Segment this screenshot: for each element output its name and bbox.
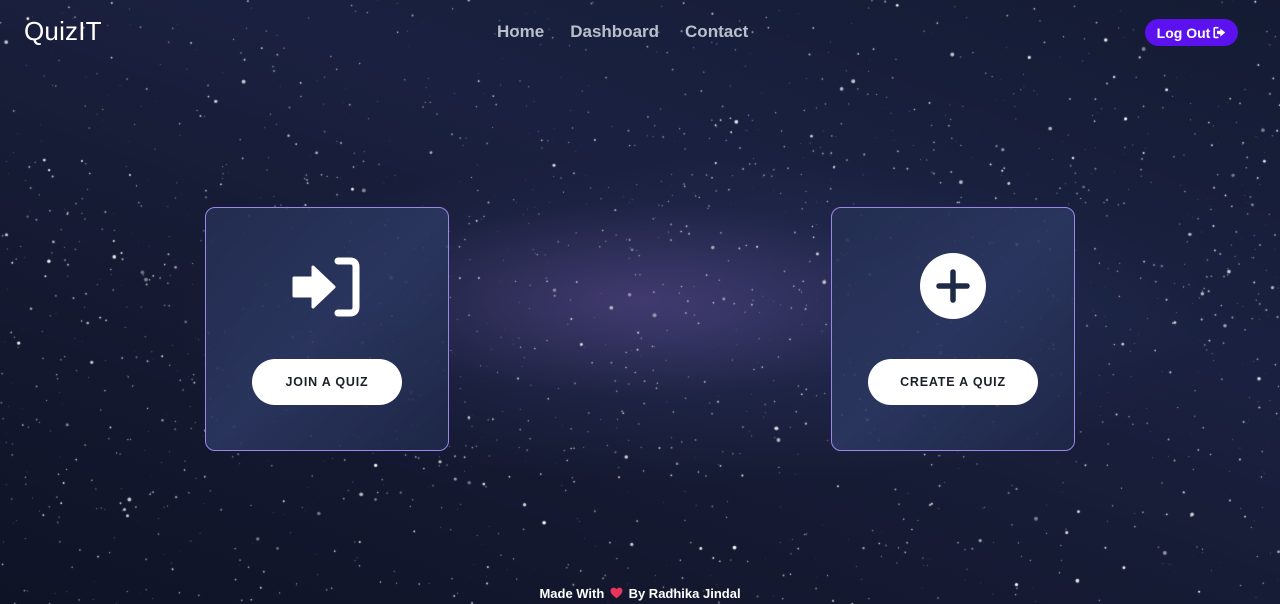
heart-icon [610, 587, 623, 599]
nav-link-dashboard[interactable]: Dashboard [570, 22, 659, 42]
brand-logo[interactable]: QuizIT [24, 16, 102, 47]
create-quiz-card: CREATE A QUIZ [831, 207, 1075, 451]
footer: Made With By Radhika Jindal [0, 586, 1280, 601]
sign-out-icon [1213, 26, 1226, 39]
sign-in-icon [292, 256, 362, 318]
footer-suffix: By Radhika Jindal [628, 586, 741, 601]
starry-background [0, 0, 1280, 604]
nav-links: Home Dashboard Contact [497, 22, 748, 42]
navbar: QuizIT Home Dashboard Contact Log Out [0, 0, 1280, 64]
join-quiz-card: JOIN A QUIZ [205, 207, 449, 451]
nav-link-home[interactable]: Home [497, 22, 544, 42]
logout-label: Log Out [1156, 24, 1211, 41]
logout-button[interactable]: Log Out [1145, 19, 1238, 46]
plus-circle-icon [919, 252, 987, 320]
footer-prefix: Made With [539, 586, 605, 601]
nav-link-contact[interactable]: Contact [685, 22, 748, 42]
join-quiz-button[interactable]: JOIN A QUIZ [252, 359, 402, 405]
create-quiz-button[interactable]: CREATE A QUIZ [868, 359, 1038, 405]
